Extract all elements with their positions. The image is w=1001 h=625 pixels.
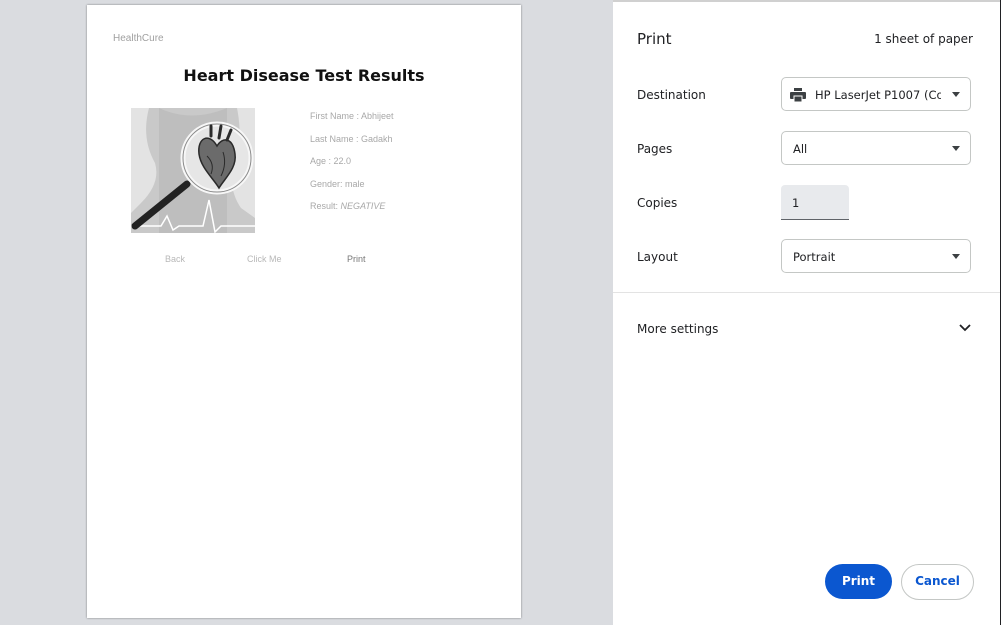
preview-page: HealthCure Heart Disease Test Results Fi…: [87, 5, 521, 618]
pages-value: All: [793, 142, 808, 156]
document-print-button: Print: [347, 254, 366, 264]
result-label: Result:: [310, 201, 341, 211]
print-settings-panel: Print 1 sheet of paper Destination HP La…: [613, 0, 1001, 625]
back-button: Back: [165, 254, 186, 264]
pages-label: Pages: [637, 142, 673, 156]
layout-value: Portrait: [793, 250, 836, 264]
chevron-down-icon: [952, 92, 960, 97]
click-me-button: Click Me: [247, 254, 282, 264]
document-title: Heart Disease Test Results: [183, 66, 425, 85]
expand-chevron-icon[interactable]: [959, 323, 971, 333]
print-dialog-title: Print: [637, 30, 672, 48]
more-settings-toggle[interactable]: More settings: [637, 322, 718, 336]
result-value: NEGATIVE: [340, 201, 386, 211]
age-text: Age : 22.0: [310, 156, 352, 166]
first-name-text: First Name : Abhijeet: [310, 111, 394, 121]
divider: [613, 292, 1001, 293]
copies-input[interactable]: 1: [781, 185, 849, 220]
patient-info: First Name : Abhijeet Last Name : Gadakh…: [310, 111, 394, 224]
chevron-down-icon: [952, 254, 960, 259]
top-border: [613, 0, 1001, 2]
gender-text: Gender: male: [310, 178, 365, 189]
result-text: Result: NEGATIVE: [310, 201, 394, 212]
sheet-count: 1 sheet of paper: [874, 32, 973, 46]
chevron-down-icon: [952, 146, 960, 151]
last-name-text: Last Name : Gadakh: [310, 133, 393, 144]
print-button[interactable]: Print: [825, 564, 892, 599]
destination-value: HP LaserJet P1007 (Copy 1): [815, 88, 941, 102]
copies-label: Copies: [637, 196, 678, 210]
destination-select[interactable]: HP LaserJet P1007 (Copy 1): [781, 77, 971, 111]
copies-value: 1: [792, 196, 800, 210]
layout-select[interactable]: Portrait: [781, 239, 971, 273]
print-preview-pane: HealthCure Heart Disease Test Results Fi…: [0, 0, 613, 625]
destination-label: Destination: [637, 88, 706, 102]
heart-magnifier-image: [131, 108, 255, 233]
brand-name: HealthCure: [113, 33, 164, 44]
cancel-button[interactable]: Cancel: [901, 564, 974, 600]
printer-icon: [790, 88, 806, 102]
pages-select[interactable]: All: [781, 131, 971, 165]
layout-label: Layout: [637, 250, 678, 264]
